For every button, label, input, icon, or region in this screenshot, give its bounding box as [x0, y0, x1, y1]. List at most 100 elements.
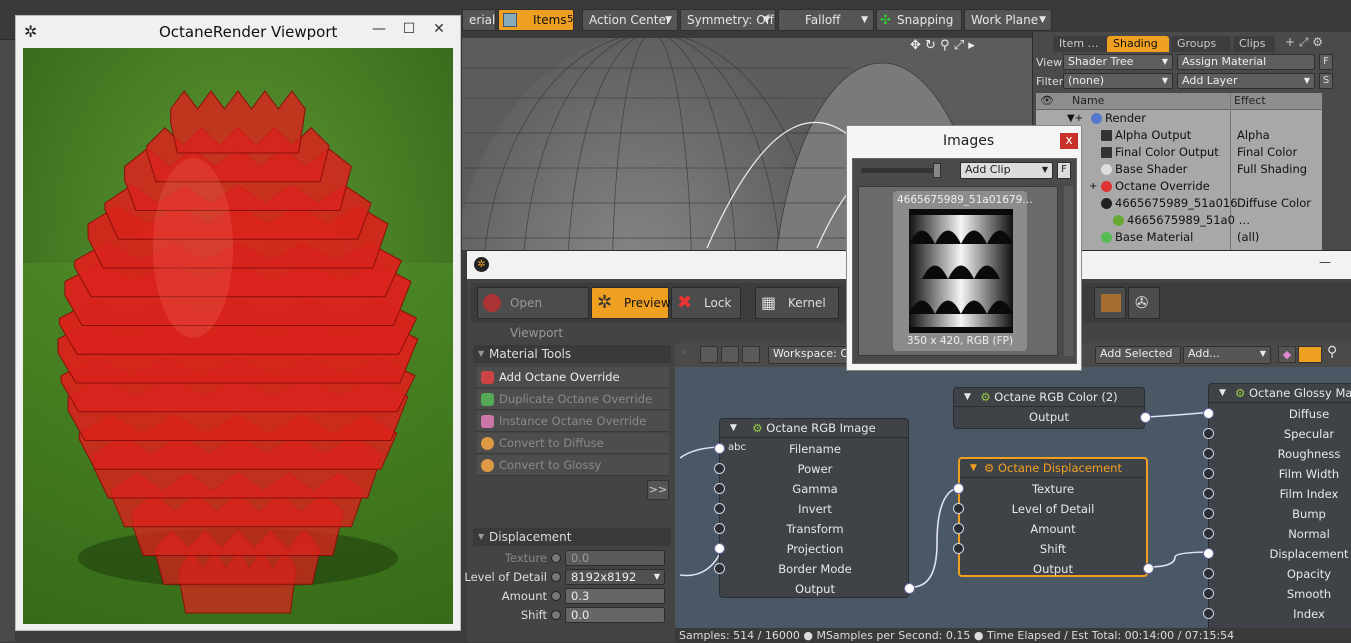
instance-override-icon [481, 415, 494, 428]
minimize-icon[interactable]: — [1319, 255, 1331, 269]
add-clip-dropdown[interactable]: Add Clip ▼ [960, 162, 1053, 179]
film-button[interactable]: ✇ [1128, 287, 1160, 319]
snapping-button[interactable]: ✣ Snapping [876, 9, 962, 31]
displacement-heading[interactable]: ▼ Displacement [473, 528, 671, 546]
gamma-pin[interactable] [714, 483, 725, 494]
assign-material-button[interactable]: Assign Material [1177, 54, 1315, 70]
roughness-pin[interactable] [1203, 448, 1214, 459]
falloff-dropdown[interactable]: Falloff ▼ [778, 9, 874, 31]
bump-pin[interactable] [1203, 508, 1214, 519]
texture-input[interactable]: 0.0 [565, 550, 665, 566]
lod-dropdown[interactable]: 8192x8192 ▼ [565, 569, 665, 585]
projection-pin[interactable] [714, 543, 725, 554]
transform-pin[interactable] [714, 523, 725, 534]
texture-pin[interactable] [953, 483, 964, 494]
eye-icon[interactable]: 👁 [1040, 94, 1054, 107]
output-pin[interactable] [1143, 563, 1154, 574]
work-plane-dropdown[interactable]: Work Plane ▼ [964, 9, 1052, 31]
open-viewport-button[interactable]: Open Viewport [477, 287, 589, 340]
specular-pin[interactable] [1203, 428, 1214, 439]
chevron-down-icon: ▼ [861, 15, 868, 25]
clip-thumbnail-card[interactable]: 4665675989_51a01679… 350 x 420, RGB (FP) [893, 191, 1033, 351]
displacement-pin[interactable] [1203, 548, 1214, 559]
node-header[interactable]: ▼ ⚙ Octane RGB Image [720, 419, 908, 438]
displacement-node[interactable]: ▼ ⚙ Octane Displacement Texture Level of … [953, 457, 1154, 577]
shift-pin[interactable] [953, 543, 964, 554]
assign-material-label: Assign Material [1182, 55, 1267, 68]
kernel-button[interactable]: ▦ Kernel [755, 287, 839, 319]
opacity-pin[interactable] [1203, 568, 1214, 579]
amount-connector[interactable] [551, 591, 561, 601]
spike-row [170, 90, 306, 154]
symmetry-dropdown[interactable]: Symmetry: Off ▼ [680, 9, 776, 31]
convert-to-diffuse-button[interactable]: Convert to Diffuse [477, 433, 669, 454]
texture-label: Texture [504, 551, 547, 565]
node-header[interactable]: ▼ ⚙ Octane Glossy Mate [1209, 384, 1351, 403]
lod-connector[interactable] [551, 572, 561, 582]
picture-button[interactable] [1094, 287, 1126, 319]
items-button[interactable]: Items 5 [498, 9, 574, 31]
amount-input[interactable]: 0.3 [565, 588, 665, 604]
viewport-nav-icons[interactable]: ✥ ↻ ⚲ ⤢ ▸ [910, 38, 975, 53]
texture-icon [1101, 198, 1112, 209]
duplicate-octane-override-button[interactable]: Duplicate Octane Override [477, 389, 669, 410]
add-layer-key[interactable]: S [1319, 73, 1333, 89]
images-close-button[interactable]: x [1060, 133, 1078, 149]
amount-pin[interactable] [953, 523, 964, 534]
lock-button[interactable]: ✖ Lock [671, 287, 741, 319]
panel-tools-icons[interactable]: + ⤢ ⚙ [1285, 35, 1323, 50]
render-output[interactable] [23, 48, 453, 624]
index-pin[interactable] [1203, 608, 1214, 619]
border-mode-pin[interactable] [714, 563, 725, 574]
add-clip-key[interactable]: F [1057, 162, 1071, 179]
close-button[interactable]: ✕ [424, 18, 454, 40]
thumbnail-size-slider[interactable] [861, 168, 941, 173]
maximize-button[interactable]: ☐ [394, 18, 424, 40]
convert-to-glossy-button[interactable]: Convert to Glossy [477, 455, 669, 476]
instance-octane-override-button[interactable]: Instance Octane Override [477, 411, 669, 432]
texture-connector[interactable] [551, 553, 561, 563]
tab-groups[interactable]: Groups [1171, 36, 1231, 52]
row-effect: Alpha [1237, 128, 1270, 142]
view-dropdown[interactable]: Shader Tree ▼ [1063, 54, 1173, 70]
minimize-button[interactable]: — [364, 18, 394, 40]
material-tools-heading[interactable]: ▼ Material Tools [473, 345, 671, 363]
filter-dropdown[interactable]: (none) ▼ [1063, 73, 1173, 89]
node-header[interactable]: ▼ ⚙ Octane RGB Color (2) [954, 388, 1144, 407]
materials-tab-partial[interactable]: erials [462, 9, 496, 31]
collapse-icon: ▼ [478, 532, 485, 541]
add-layer-dropdown[interactable]: Add Layer ▼ [1177, 73, 1315, 89]
film-index-pin[interactable] [1203, 488, 1214, 499]
tab-clips[interactable]: Clips [1233, 36, 1275, 52]
action-center-label: Action Center [589, 13, 671, 27]
smooth-pin[interactable] [1203, 588, 1214, 599]
tab-shading[interactable]: Shading [1107, 36, 1169, 52]
slider-handle[interactable] [933, 163, 941, 178]
rgb-image-node[interactable]: ▼ ⚙ Octane RGB Image abc Filename Power G… [714, 418, 915, 598]
render-window-titlebar[interactable]: ✲ OctaneRender Viewport — ☐ ✕ [16, 16, 460, 48]
shift-connector[interactable] [551, 610, 561, 620]
clip-list-scrollbar[interactable] [1064, 186, 1073, 356]
node-graph[interactable]: ◦ Workspace: O Add Selected Add... ▼ ◆ ⚲ … [675, 343, 1351, 633]
normal-pin[interactable] [1203, 528, 1214, 539]
node-header[interactable]: ▼ ⚙ Octane Displacement [960, 459, 1146, 478]
glossy-material-node[interactable]: ▼ ⚙ Octane Glossy Mate Diffuse Specular R… [1203, 383, 1351, 633]
action-center-dropdown[interactable]: Action Center ▼ [582, 9, 678, 31]
shift-input[interactable]: 0.0 [565, 607, 665, 623]
invert-pin[interactable] [714, 503, 725, 514]
add-octane-override-button[interactable]: Add Octane Override [477, 367, 669, 388]
assign-material-key[interactable]: F [1319, 54, 1333, 70]
more-tools-button[interactable]: >> [647, 480, 669, 500]
output-pin[interactable] [1140, 412, 1151, 423]
mt-label: Add Octane Override [499, 370, 620, 384]
lod-pin[interactable] [953, 503, 964, 514]
col-name[interactable]: Name [1072, 94, 1104, 107]
col-effect[interactable]: Effect [1234, 94, 1266, 107]
film-width-pin[interactable] [1203, 468, 1214, 479]
preview-button[interactable]: ✲ Preview [591, 287, 671, 319]
diffuse-pin[interactable] [1203, 408, 1214, 419]
output-pin[interactable] [904, 583, 915, 594]
power-pin[interactable] [714, 463, 725, 474]
filename-pin[interactable] [714, 443, 725, 454]
rgb-color-node[interactable]: ▼ ⚙ Octane RGB Color (2) Output [953, 387, 1151, 429]
